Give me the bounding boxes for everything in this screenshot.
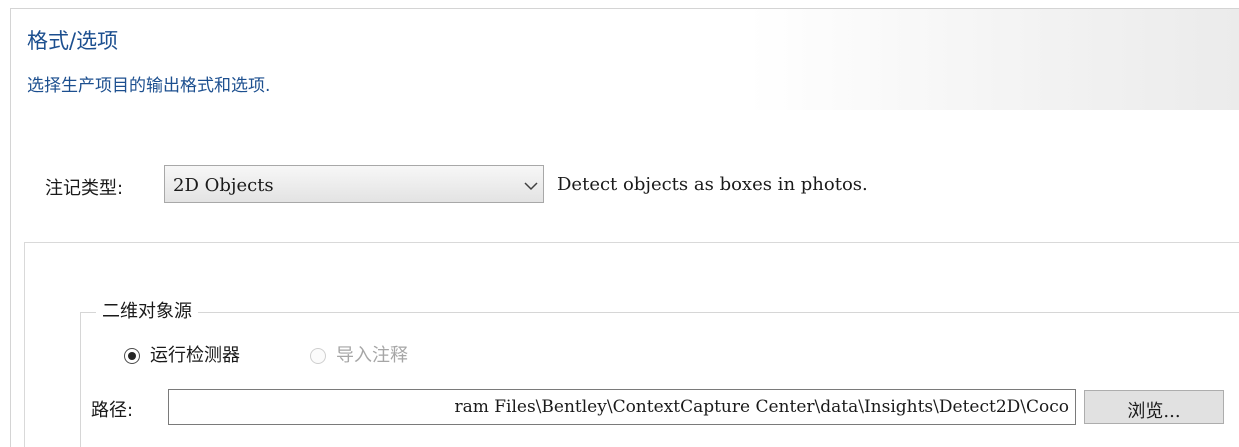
path-input[interactable]: ram Files\Bentley\ContextCapture Center\… bbox=[168, 389, 1076, 425]
annotation-type-label: 注记类型: bbox=[45, 178, 124, 199]
source-group-legend: 二维对象源 bbox=[96, 300, 198, 324]
frame-left-border bbox=[10, 8, 11, 447]
annotation-type-description: Detect objects as boxes in photos. bbox=[557, 174, 868, 195]
annotation-type-select[interactable]: 2D Objects bbox=[164, 165, 544, 203]
page-header: 格式/选项 选择生产项目的输出格式和选项. bbox=[11, 9, 1239, 110]
radio-checked-icon bbox=[124, 348, 140, 364]
import-annotations-label: 导入注释 bbox=[336, 345, 408, 366]
source-radio-group: 运行检测器 导入注释 bbox=[124, 344, 524, 370]
run-detector-label: 运行检测器 bbox=[150, 345, 240, 366]
path-input-value: ram Files\Bentley\ContextCapture Center\… bbox=[454, 397, 1069, 417]
import-annotations-radio[interactable]: 导入注释 bbox=[310, 344, 470, 370]
page-title: 格式/选项 bbox=[27, 29, 119, 53]
annotation-type-row: 注记类型: 2D Objects Detect objects as boxes… bbox=[45, 165, 1045, 205]
frame-top-border bbox=[10, 8, 1239, 9]
production-format-options-page: 格式/选项 选择生产项目的输出格式和选项. 注记类型: 2D Objects D… bbox=[0, 0, 1239, 447]
path-label: 路径: bbox=[91, 400, 134, 421]
source-group-left-border bbox=[80, 312, 81, 447]
radio-unchecked-icon bbox=[310, 348, 326, 364]
chevron-down-icon bbox=[523, 178, 539, 192]
page-subtitle: 选择生产项目的输出格式和选项. bbox=[27, 76, 271, 96]
browse-button-label: 浏览... bbox=[1127, 401, 1181, 422]
source-group-top-border bbox=[80, 312, 1239, 313]
run-detector-radio[interactable]: 运行检测器 bbox=[124, 344, 294, 370]
annotation-type-selected-value: 2D Objects bbox=[173, 175, 274, 196]
path-row: 路径: ram Files\Bentley\ContextCapture Cen… bbox=[91, 389, 1231, 425]
browse-button[interactable]: 浏览... bbox=[1084, 390, 1224, 424]
